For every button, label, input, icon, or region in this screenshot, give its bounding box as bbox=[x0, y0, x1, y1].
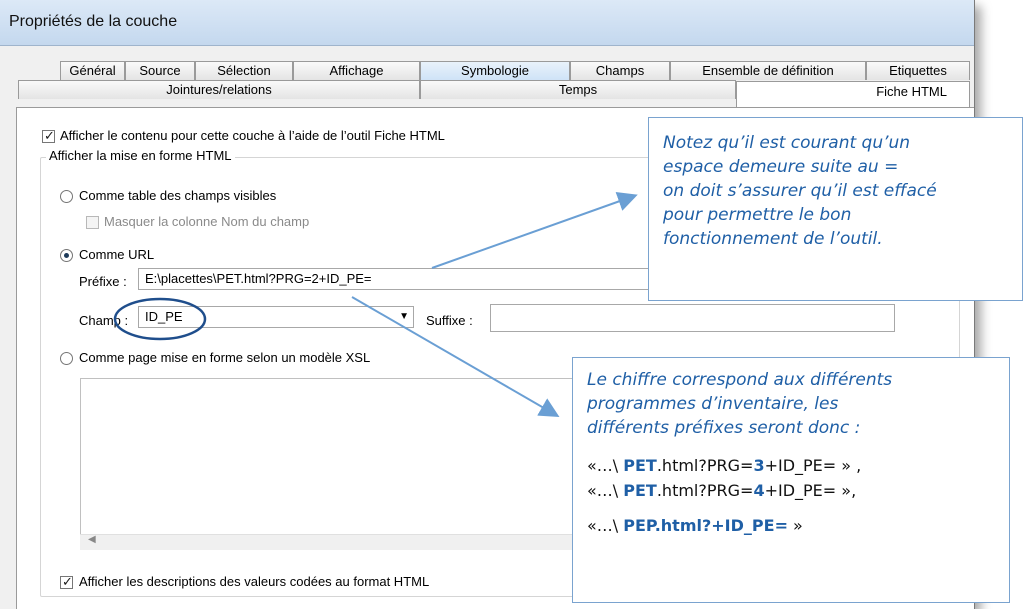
callout-prefix-note: Notez qu’il est courant qu’un espace dem… bbox=[648, 117, 1023, 301]
prefix-example: «…\ PEP.html?+ID_PE= » bbox=[587, 516, 803, 535]
prefix-example: «…\ PET.html?PRG=3+ID_PE= » , bbox=[587, 456, 862, 475]
callout-prefix-line: on doit s’assurer qu’il est effacé bbox=[663, 181, 937, 201]
prefix-example: «…\ PET.html?PRG=4+ID_PE= », bbox=[587, 481, 857, 500]
callout-program-note: Le chiffre correspond aux différents pro… bbox=[572, 357, 1010, 603]
callout-prefix-line: espace demeure suite au = bbox=[663, 157, 899, 177]
callout-program-line: Le chiffre correspond aux différents bbox=[587, 370, 893, 390]
arrow-to-prefix-note bbox=[431, 191, 638, 269]
arrow-to-program-note bbox=[351, 296, 560, 418]
callout-prefix-line: pour permettre le bon bbox=[663, 205, 852, 225]
callout-program-line: programmes d’inventaire, les bbox=[587, 394, 839, 414]
callout-prefix-line: fonctionnement de l’outil. bbox=[663, 229, 883, 249]
callout-prefix-line: Notez qu’il est courant qu’un bbox=[663, 133, 911, 153]
callout-program-line: différents préfixes seront donc : bbox=[587, 418, 861, 438]
